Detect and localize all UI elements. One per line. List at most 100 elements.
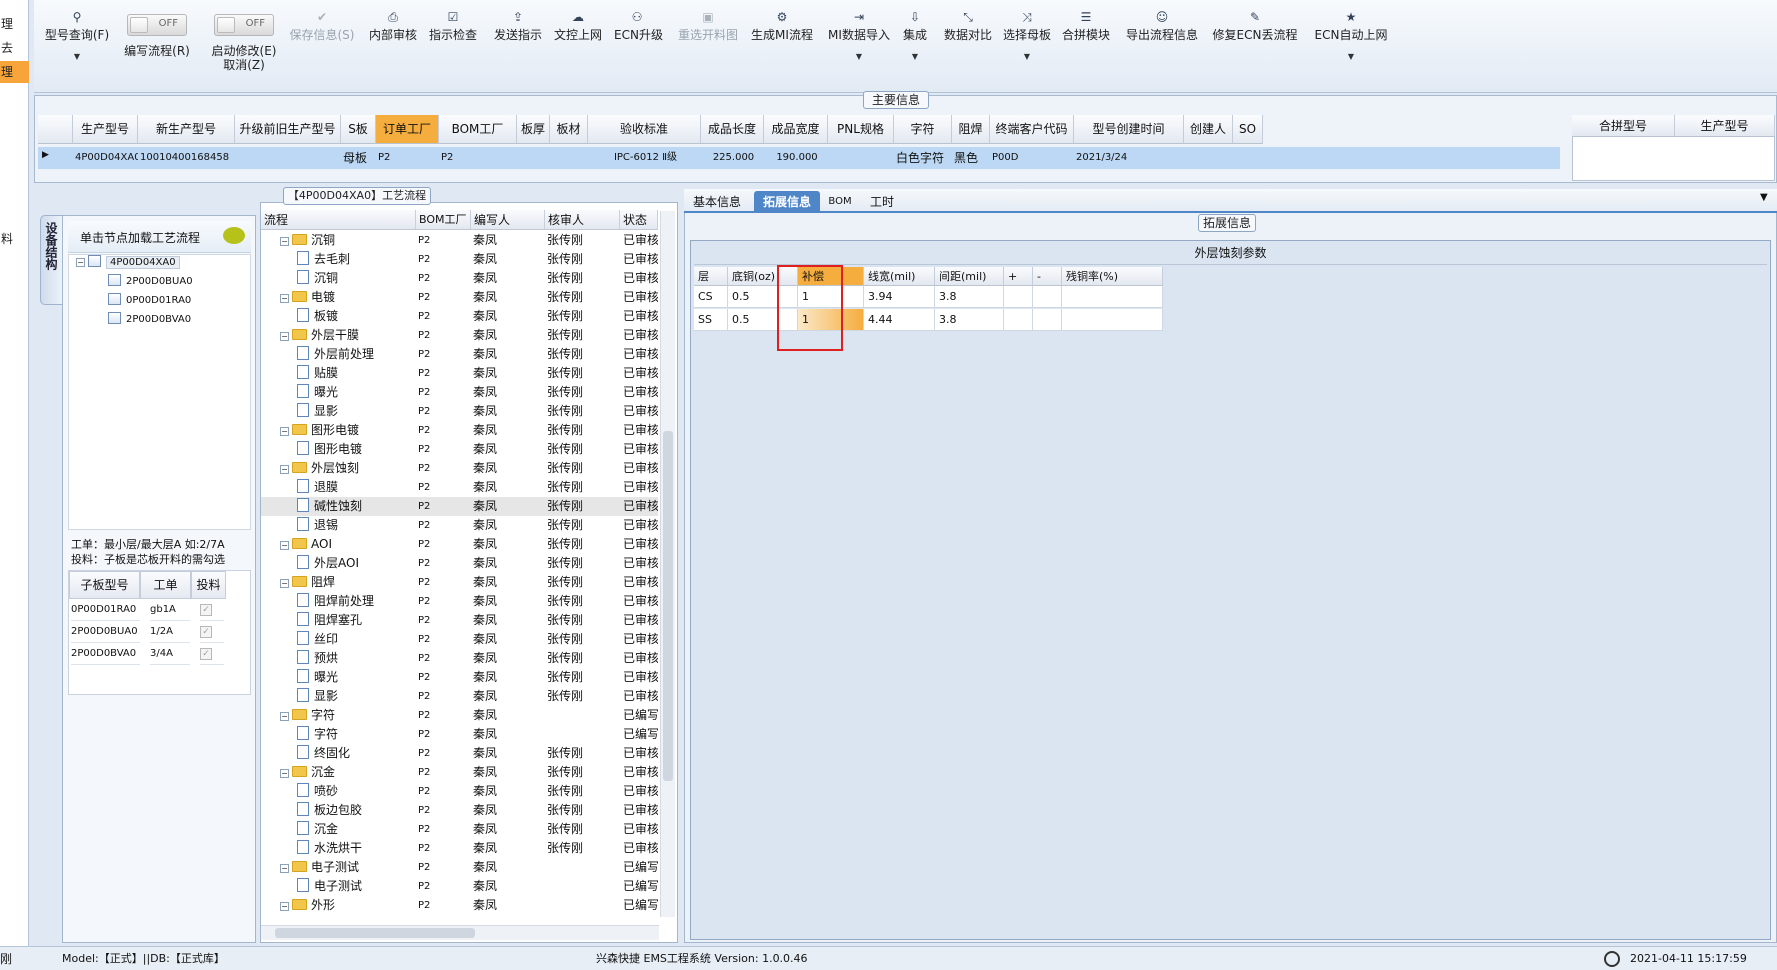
collapse-icon[interactable]: − [76,258,85,267]
toolbar-button[interactable]: ✎ 修复ECN丢流程 [1209,10,1301,42]
etch-cell[interactable] [1062,286,1163,308]
merge-col-header[interactable]: 合拼型号 [1572,115,1675,137]
collapse-icon[interactable]: − [280,332,289,341]
process-step-row[interactable]: 预烘 P2 秦凤 张传刚 已审核 [261,649,658,668]
collapse-icon[interactable]: − [280,237,289,246]
col-header[interactable]: S板 [341,115,376,144]
left-nav-item[interactable]: 理 [0,13,29,35]
toolbar-button[interactable]: OFF 编写流程(R) [117,10,197,58]
collapse-icon[interactable]: − [280,769,289,778]
toolbar-button[interactable]: OFF 启动修改(E) 取消(Z) [202,10,286,72]
process-step-row[interactable]: 丝印 P2 秦凤 张传刚 已审核 [261,630,658,649]
main-info-cell[interactable]: 母板 [343,148,376,168]
toolbar-button[interactable]: ☰ 合拼模块 [1062,10,1110,42]
process-step-row[interactable]: 退锡 P2 秦凤 张传刚 已审核 [261,516,658,535]
main-info-cell[interactable]: 白色字符 [896,148,952,168]
col-header[interactable]: 板厚 [517,115,550,144]
process-step-row[interactable]: 终固化 P2 秦凤 张传刚 已审核 [261,744,658,763]
toolbar-button[interactable]: ★ ECN自动上网 ▼ [1308,10,1394,61]
sub-board-order[interactable]: 3/4A [150,643,190,665]
collapse-icon[interactable]: − [280,864,289,873]
dropdown-arrow-icon[interactable]: ▼ [826,52,892,61]
etch-cell[interactable] [1004,286,1033,308]
col-header[interactable]: 成品宽度 [764,115,828,144]
tree-child[interactable]: 2P00D0BVA0 [108,312,191,328]
process-step-row[interactable]: 板边包胶 P2 秦凤 张传刚 已审核 [261,801,658,820]
collapse-icon[interactable]: − [280,712,289,721]
process-group-row[interactable]: − 电子测试 P2 秦凤 已编写 [261,858,658,877]
collapse-icon[interactable]: − [280,579,289,588]
sub-board-feed-checkbox-cell[interactable]: ✓ [200,621,224,643]
main-info-cell[interactable]: 225.000 [703,148,764,168]
col-header[interactable]: 工单 [140,571,191,599]
etch-cell[interactable] [1033,286,1062,308]
col-header[interactable]: 新生产型号 [138,115,235,144]
feed-checkbox[interactable]: ✓ [200,648,212,660]
sub-board-order[interactable]: 1/2A [150,621,190,643]
main-info-cell[interactable]: P2 [441,148,517,168]
main-info-cell[interactable] [1186,148,1233,168]
process-group-row[interactable]: − 沉金 P2 秦凤 张传刚 已审核 [261,763,658,782]
collapse-icon[interactable]: − [280,294,289,303]
main-info-cell[interactable] [519,148,550,168]
collapse-icon[interactable]: − [280,902,289,911]
process-step-row[interactable]: 外层AOI P2 秦凤 张传刚 已审核 [261,554,658,573]
etch-cell[interactable] [1062,309,1163,331]
process-group-row[interactable]: − 阻焊 P2 秦凤 张传刚 已审核 [261,573,658,592]
main-info-cell[interactable]: P2 [378,148,439,168]
etch-cell[interactable]: 3.8 [935,309,1004,331]
collapse-icon[interactable]: − [280,541,289,550]
process-group-row[interactable]: − 外层干膜 P2 秦凤 张传刚 已审核 [261,326,658,345]
col-header[interactable]: - [1033,267,1062,286]
col-header[interactable]: SO [1233,115,1263,144]
process-group-row[interactable]: − 电镀 P2 秦凤 张传刚 已审核 [261,288,658,307]
process-group-row[interactable]: − 外形 P2 秦凤 已编写 [261,896,658,915]
toolbar-button[interactable]: ⇩ 集成 ▼ [897,10,933,61]
scrollbar-thumb[interactable] [663,431,673,781]
col-header[interactable]: 残铜率(%) [1062,267,1163,286]
main-info-cell[interactable]: IPC-6012 Ⅱ级 [590,148,701,168]
col-header[interactable]: 验收标准 [588,115,701,144]
etch-cell[interactable] [1004,309,1033,331]
tab-dropdown-icon[interactable]: ▼ [1760,192,1768,203]
sub-board-feed-checkbox-cell[interactable]: ✓ [200,599,224,621]
col-header[interactable]: 子板型号 [69,571,140,599]
feed-checkbox[interactable]: ✓ [200,604,212,616]
vertical-scrollbar[interactable] [660,211,675,917]
sub-board-model[interactable]: 0P00D01RA0 [71,599,140,621]
col-header[interactable]: 终端客户代码 [990,115,1074,144]
dropdown-arrow-icon[interactable]: ▼ [1001,52,1053,61]
toolbar-button[interactable]: ⤡ 数据对比 [940,10,996,42]
etch-cell[interactable]: 3.8 [935,286,1004,308]
col-header[interactable]: PNL规格 [828,115,894,144]
col-header[interactable]: 字符 [894,115,952,144]
col-header[interactable]: + [1004,267,1033,286]
process-step-row[interactable]: 电子测试 P2 秦凤 已编写 [261,877,658,896]
toggle-switch[interactable]: OFF [127,14,187,36]
col-header[interactable]: 订单工厂 [376,115,439,144]
scrollbar-thumb[interactable] [275,928,475,938]
main-info-cell[interactable] [552,148,588,168]
col-header[interactable]: 投料 [191,571,226,599]
dropdown-arrow-icon[interactable]: ▼ [42,52,112,61]
col-header[interactable]: 阻焊 [952,115,990,144]
main-info-cell[interactable]: P00D [992,148,1074,168]
col-header[interactable]: 流程 [261,210,416,230]
process-step-row[interactable]: 图形电镀 P2 秦凤 张传刚 已审核 [261,440,658,459]
toolbar-button[interactable]: ⎙ 内部审核 [365,10,421,42]
merge-col-header[interactable]: 生产型号 [1675,115,1775,137]
main-info-cell[interactable] [830,148,894,168]
etch-cell[interactable]: 4.44 [864,309,935,331]
process-step-row[interactable]: 阻焊前处理 P2 秦凤 张传刚 已审核 [261,592,658,611]
toolbar-button[interactable]: ▣ 重选开料图 [670,10,746,42]
toolbar-button[interactable]: ⚙ 生成MI流程 [746,10,818,42]
main-info-cell[interactable]: 190.000 [766,148,828,168]
main-info-cell[interactable]: 黑色 [954,148,990,168]
horizontal-scrollbar[interactable] [261,925,659,940]
sub-board-model[interactable]: 2P00D0BUA0 [71,621,140,643]
toolbar-button[interactable]: ☑ 指示检查 [428,10,478,42]
process-step-row[interactable]: 阻焊塞孔 P2 秦凤 张传刚 已审核 [261,611,658,630]
tab-work-hours[interactable]: 工时 [862,191,902,213]
collapse-icon[interactable]: − [280,427,289,436]
col-header[interactable]: BOM工厂 [439,115,517,144]
